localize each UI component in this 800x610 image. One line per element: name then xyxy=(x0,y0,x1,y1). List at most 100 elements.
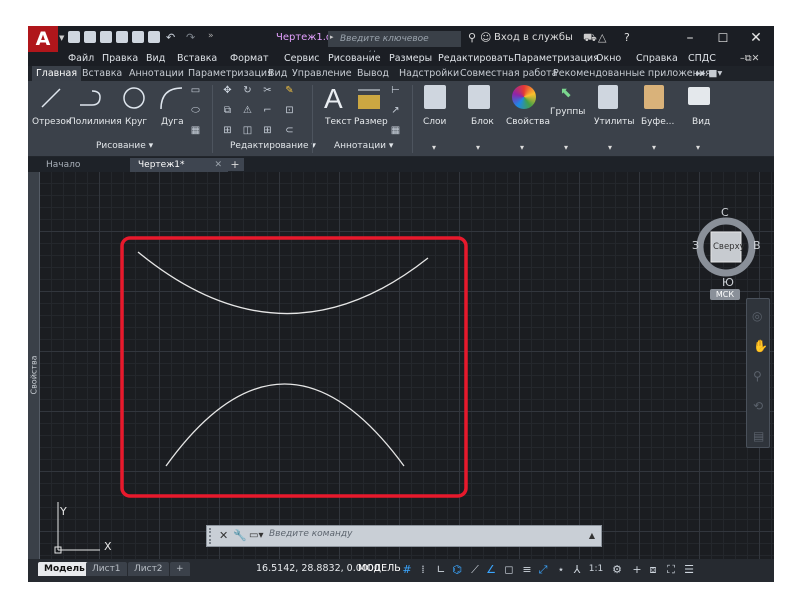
more-tabs-icon[interactable]: ▸▸ ■▾ xyxy=(696,68,722,79)
ucs-menu-button[interactable]: МСК xyxy=(710,289,740,300)
properties-icon[interactable] xyxy=(512,85,536,109)
tab-drawing[interactable]: Чертеж1* ✕ xyxy=(130,158,228,172)
panel-draw[interactable]: Рисование ▾ xyxy=(96,141,153,151)
block-icon[interactable] xyxy=(468,85,490,109)
menu-help[interactable]: Справка xyxy=(636,53,678,64)
model-space-button[interactable]: МОДЕЛЬ xyxy=(358,563,401,574)
grid-icon[interactable]: # xyxy=(400,562,414,577)
plus-icon[interactable]: + xyxy=(630,562,644,577)
tab-parametric[interactable]: Параметризация xyxy=(188,68,273,79)
object-snap-tracking-icon[interactable]: ∠ xyxy=(484,562,498,577)
scale-dropdown[interactable]: 1:1 xyxy=(584,562,608,577)
panel-modify[interactable]: Редактирование ▾ xyxy=(230,141,316,151)
tab-start[interactable]: Начало xyxy=(38,158,126,172)
new-file-icon[interactable] xyxy=(68,31,80,43)
lower-arc[interactable] xyxy=(165,383,405,467)
save-as-icon[interactable] xyxy=(116,31,128,43)
annotation-scale-icon[interactable]: ⤢ xyxy=(536,562,550,577)
polar-icon[interactable]: ⌬ xyxy=(450,562,464,577)
isodraft-icon[interactable]: ⟋ xyxy=(468,562,482,577)
customize-menu-icon[interactable]: ☰ xyxy=(682,562,696,577)
text-icon[interactable]: A xyxy=(324,83,343,115)
tab-addins[interactable]: Надстройки xyxy=(399,68,459,79)
maximize-icon[interactable]: ☐ xyxy=(711,29,735,47)
leader-icon[interactable]: ↗ xyxy=(390,105,401,116)
groups-icon[interactable]: ⬉ xyxy=(560,85,572,101)
binoculars-icon[interactable]: ⚲ xyxy=(468,31,476,44)
lineweight-icon[interactable]: ≡ xyxy=(520,562,534,577)
new-tab-button[interactable]: + xyxy=(226,158,244,171)
snap-icon[interactable]: ⁞ xyxy=(416,562,430,577)
redo-icon[interactable]: ↷ xyxy=(186,31,198,44)
clipboard-icon[interactable] xyxy=(644,85,664,109)
tab-annotate[interactable]: Аннотации xyxy=(129,68,184,79)
viewcube-north[interactable]: С xyxy=(721,206,729,219)
menu-dimension[interactable]: Размеры xyxy=(389,53,432,64)
hatch-icon[interactable]: ▦ xyxy=(190,125,201,136)
chevron-down-icon[interactable]: ▼ xyxy=(59,34,64,42)
tab-insert[interactable]: Вставка xyxy=(82,68,122,79)
panel-annotation[interactable]: Аннотации ▾ xyxy=(334,141,393,151)
rectangle-icon[interactable]: ▭ xyxy=(190,85,201,96)
table-icon[interactable]: ▦ xyxy=(390,125,401,136)
fillet-icon[interactable]: ⌐ xyxy=(262,105,273,116)
tab-home[interactable]: Главная xyxy=(32,66,82,81)
scale-icon[interactable]: ◫ xyxy=(242,125,253,136)
command-line[interactable]: ✕ 🔧 ▭▾ Введите команду ▲ xyxy=(206,525,602,547)
dimension-icon[interactable] xyxy=(356,87,382,111)
menu-draw[interactable]: Рисование xyxy=(328,53,381,64)
menu-insert[interactable]: Вставка xyxy=(177,53,217,64)
signin-button[interactable]: Вход в службы xyxy=(494,32,573,43)
tab-layout1[interactable]: Лист1 xyxy=(86,562,127,576)
mirror-icon[interactable]: ⚠ xyxy=(242,105,253,116)
application-menu-button[interactable]: A xyxy=(28,26,58,52)
viewcube-east[interactable]: В xyxy=(753,239,761,252)
add-layout-button[interactable]: + xyxy=(170,562,190,576)
linear-dim-icon[interactable]: ⊢ xyxy=(390,85,401,96)
tab-collaborate[interactable]: Совместная работа xyxy=(460,68,557,79)
grip-handle[interactable] xyxy=(209,528,215,544)
autoscale-icon[interactable]: ⅄ xyxy=(570,562,584,577)
line-icon[interactable] xyxy=(40,87,62,109)
menu-format[interactable]: Формат xyxy=(230,53,269,64)
arc-icon[interactable] xyxy=(158,85,184,111)
view-icon[interactable] xyxy=(688,87,710,105)
customize-icon[interactable]: 🔧 xyxy=(233,529,247,542)
menu-edit[interactable]: Правка xyxy=(102,53,138,64)
menu-tools[interactable]: Сервис xyxy=(284,53,320,64)
command-input[interactable]: Введите команду xyxy=(269,529,352,539)
fullscreen-icon[interactable]: ⛶ xyxy=(664,562,678,577)
tab-layout2[interactable]: Лист2 xyxy=(128,562,169,576)
offset-icon[interactable]: ⊂ xyxy=(284,125,295,136)
close-icon[interactable]: ✕ xyxy=(744,29,768,47)
circle-icon[interactable] xyxy=(121,85,147,111)
orbit-icon[interactable]: ⟲ xyxy=(753,399,763,413)
menu-modify[interactable]: Редактировать xyxy=(438,53,514,64)
copy-icon[interactable]: ⧉ xyxy=(222,105,233,116)
menu-parametric[interactable]: Параметризация xyxy=(514,53,599,64)
upper-arc[interactable] xyxy=(137,251,429,315)
erase-icon[interactable]: ✎ xyxy=(284,85,295,96)
zoom-icon[interactable]: ⚲ xyxy=(753,369,762,383)
save-icon[interactable] xyxy=(100,31,112,43)
tab-view[interactable]: Вид xyxy=(268,68,287,79)
tab-manage[interactable]: Управление xyxy=(292,68,352,79)
utilities-icon[interactable] xyxy=(598,85,618,109)
properties-palette-collapsed[interactable]: Свойства xyxy=(28,172,40,559)
cart-icon[interactable]: ⛟ xyxy=(583,31,597,46)
move-icon[interactable]: ✥ xyxy=(222,85,233,96)
plot-icon[interactable] xyxy=(148,31,160,43)
menu-view[interactable]: Вид xyxy=(146,53,165,64)
menu-spds[interactable]: СПДС xyxy=(688,53,716,64)
navigation-bar[interactable]: ◎ ✋ ⚲ ⟲ ▤ xyxy=(746,298,770,448)
viewcube-west[interactable]: З xyxy=(692,239,699,252)
rotate-icon[interactable]: ↻ xyxy=(242,85,253,96)
tab-output[interactable]: Вывод xyxy=(357,68,389,79)
tab-model[interactable]: Модель xyxy=(38,562,91,576)
undo-icon[interactable]: ↶ xyxy=(166,31,178,44)
polyline-icon[interactable] xyxy=(78,87,104,109)
ortho-icon[interactable]: ∟ xyxy=(434,562,448,577)
web-mobile-icon[interactable] xyxy=(132,31,144,43)
close-cmd-icon[interactable]: ✕ xyxy=(219,529,228,542)
exchange-icon[interactable]: △ xyxy=(598,31,606,44)
